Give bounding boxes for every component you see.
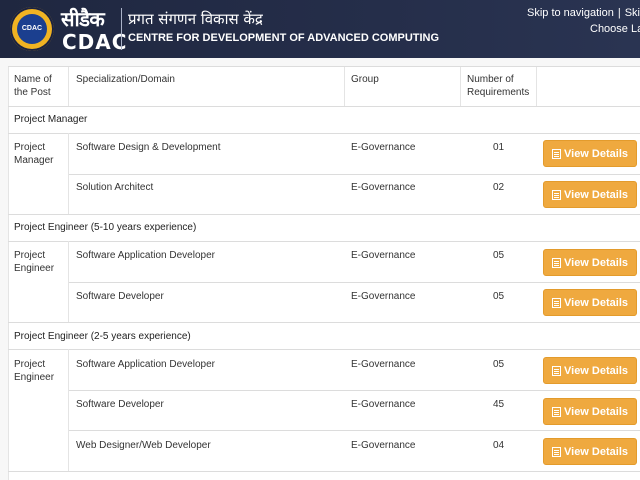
row-divider [8,322,640,323]
column-divider [68,66,69,106]
row-divider [8,66,640,67]
requirements-count: 05 [493,291,505,302]
emblem-text: CDAC [17,14,47,44]
post-name: Project Engineer [14,250,55,274]
view-details-button[interactable]: View Details [543,249,637,276]
button-label: View Details [564,296,628,309]
row-divider [68,282,640,283]
list-icon [552,189,561,200]
group-cell: E-Governance [351,440,416,451]
view-details-button[interactable]: View Details [543,438,637,465]
org-name-english: CENTRE FOR DEVELOPMENT OF ADVANCED COMPU… [128,32,440,44]
button-label: View Details [564,364,628,377]
list-icon [552,297,561,308]
specialization-cell: Software Developer [76,399,164,410]
skip-content-link[interactable]: Skip to [625,7,640,19]
list-icon [552,257,561,268]
logo-divider [121,8,122,50]
button-label: View Details [564,147,628,160]
column-header-specialization: Specialization/Domain [76,74,175,85]
row-divider [8,106,640,107]
requirements-count: 05 [493,250,505,261]
view-details-button[interactable]: View Details [543,357,637,384]
list-icon [552,365,561,376]
specialization-cell: Software Design & Development [76,142,221,153]
column-divider [68,133,69,214]
view-details-button[interactable]: View Details [543,398,637,425]
requirements-count: 05 [493,359,505,370]
group-title: Project Manager [14,114,88,125]
view-details-button[interactable]: View Details [543,289,637,316]
group-cell: E-Governance [351,359,416,370]
group-cell: E-Governance [351,142,416,153]
column-header-requirements: Number of Requirements [467,74,530,98]
group-title: Project Engineer (5-10 years experience) [14,222,197,233]
list-icon [552,446,561,457]
column-divider [536,66,537,106]
column-divider [460,66,461,106]
group-title: Project Engineer (2-5 years experience) [14,331,191,342]
post-name: Project Engineer [14,359,55,383]
row-divider [8,241,640,242]
column-divider [68,241,69,322]
requirements-count: 02 [493,182,505,193]
button-label: View Details [564,405,628,418]
org-name-hindi: प्रगत संगणन विकास केंद्र [128,10,263,28]
button-label: View Details [564,256,628,269]
requirements-count: 45 [493,399,505,410]
requirements-count: 01 [493,142,505,153]
button-label: View Details [564,445,628,458]
site-header: CDAC सीडैक CDAC प्रगत संगणन विकास केंद्र… [0,0,640,58]
table-border-left [8,66,9,480]
button-label: View Details [564,188,628,201]
requirements-count: 04 [493,440,505,451]
row-divider [68,430,640,431]
skip-navigation-link[interactable]: Skip to navigation [527,7,614,19]
specialization-cell: Solution Architect [76,182,154,193]
specialization-cell: Software Application Developer [76,250,215,261]
column-header-post: Name of the Post [14,74,52,98]
group-cell: E-Governance [351,250,416,261]
choose-language-link[interactable]: Choose Lan [590,23,640,35]
row-divider [8,471,640,472]
post-name: Project Manager [14,142,54,166]
column-header-group: Group [351,74,379,85]
logo-english: CDAC [62,30,128,54]
group-cell: E-Governance [351,182,416,193]
specialization-cell: Software Application Developer [76,359,215,370]
row-divider [68,390,640,391]
column-divider [68,349,69,471]
row-divider [8,133,640,134]
view-details-button[interactable]: View Details [543,140,637,167]
view-details-button[interactable]: View Details [543,181,637,208]
row-divider [68,174,640,175]
list-icon [552,406,561,417]
group-cell: E-Governance [351,399,416,410]
logo-hindi: सीडैक [61,7,105,31]
cdac-emblem-icon: CDAC [10,7,54,51]
row-divider [8,214,640,215]
list-icon [552,148,561,159]
group-cell: E-Governance [351,291,416,302]
nav-separator: | [617,7,621,19]
row-divider [8,349,640,350]
column-divider [344,66,345,106]
specialization-cell: Software Developer [76,291,164,302]
top-nav: Skip to navigation| Skip to [527,7,640,19]
specialization-cell: Web Designer/Web Developer [76,440,211,451]
